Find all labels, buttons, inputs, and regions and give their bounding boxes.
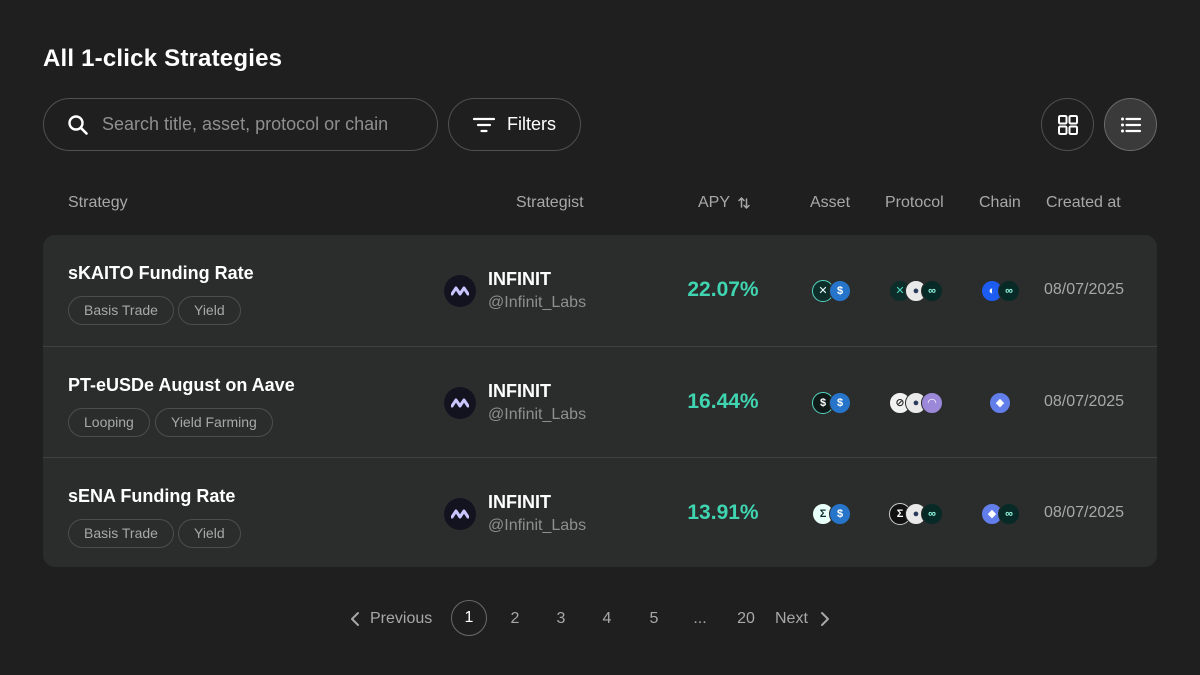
column-header-chain: Chain (979, 194, 1021, 211)
next-button[interactable]: Next (775, 600, 830, 637)
column-header-protocol: Protocol (885, 194, 944, 211)
filters-label: Filters (507, 114, 556, 134)
apy-value: 16.44% (687, 390, 759, 413)
tag: Yield (178, 296, 241, 325)
infinit-logo-icon (444, 387, 476, 419)
search-icon (68, 114, 88, 135)
strategy-name: sKAITO Funding Rate (68, 263, 254, 283)
apy-value: 13.91% (687, 501, 759, 524)
hyperliquid-icon: ∞ (921, 280, 943, 302)
column-header-strategist: Strategist (516, 194, 584, 211)
created-date: 08/07/2025 (1044, 504, 1125, 521)
tag: Looping (68, 408, 150, 437)
filters-button[interactable]: Filters (448, 98, 581, 151)
column-header-created-at: Created at (1046, 194, 1121, 211)
infinit-logo-icon (444, 275, 476, 307)
strategies-table: sKAITO Funding Rate Basis Trade Yield IN… (43, 235, 1157, 567)
grid-view-button[interactable] (1041, 98, 1094, 151)
strategist-name: INFINIT (488, 492, 551, 512)
aave-icon: ◠ (921, 392, 943, 414)
chevron-left-icon (351, 611, 359, 626)
strategist-name: INFINIT (488, 269, 551, 289)
next-label: Next (775, 610, 808, 627)
pagination: Previous 1 2 3 4 5 ... 20 Next (0, 600, 1200, 637)
column-header-asset: Asset (810, 194, 851, 211)
page-2-button[interactable]: 2 (505, 600, 525, 637)
chevron-right-icon (820, 611, 829, 626)
list-icon (1120, 117, 1141, 132)
strategist-handle[interactable]: @Infinit_Labs (488, 406, 586, 424)
apy-value: 22.07% (687, 278, 759, 301)
previous-button[interactable]: Previous (350, 600, 432, 637)
search-bar[interactable] (43, 98, 438, 151)
column-header-strategy: Strategy (68, 194, 128, 211)
tag: Yield Farming (155, 408, 273, 437)
created-date: 08/07/2025 (1044, 281, 1125, 298)
table-row[interactable]: sENA Funding Rate Basis Trade Yield INFI… (43, 457, 1157, 567)
page-ellipsis: ... (693, 610, 707, 627)
strategy-name: PT-eUSDe August on Aave (68, 375, 295, 395)
page-title: All 1-click Strategies (43, 45, 283, 72)
strategy-name: sENA Funding Rate (68, 486, 236, 506)
grid-icon (1057, 114, 1078, 135)
page-3-button[interactable]: 3 (551, 600, 571, 637)
search-input[interactable] (102, 114, 432, 135)
usdc-icon: $ (829, 392, 851, 414)
tag: Yield (178, 519, 241, 548)
list-view-button[interactable] (1104, 98, 1157, 151)
page-4-button[interactable]: 4 (597, 600, 617, 637)
previous-label: Previous (370, 610, 433, 627)
filter-icon (473, 117, 495, 132)
hyperliquid-icon: ∞ (998, 503, 1020, 525)
ethereum-icon: ◆ (989, 392, 1011, 414)
sort-icon (738, 196, 750, 210)
created-date: 08/07/2025 (1044, 393, 1125, 410)
infinit-logo-icon (444, 498, 476, 530)
page-20-button[interactable]: 20 (734, 600, 758, 637)
hyperliquid-icon: ∞ (998, 280, 1020, 302)
table-row[interactable]: sKAITO Funding Rate Basis Trade Yield IN… (43, 235, 1157, 345)
tag: Basis Trade (68, 296, 174, 325)
usdc-icon: $ (829, 503, 851, 525)
usdc-icon: $ (829, 280, 851, 302)
strategist-name: INFINIT (488, 381, 551, 401)
column-header-apy[interactable]: APY (698, 194, 750, 212)
page-1-button[interactable]: 1 (451, 600, 487, 636)
hyperliquid-icon: ∞ (921, 503, 943, 525)
tag: Basis Trade (68, 519, 174, 548)
strategist-handle[interactable]: @Infinit_Labs (488, 294, 586, 312)
apy-header-label: APY (698, 194, 731, 211)
strategist-handle[interactable]: @Infinit_Labs (488, 517, 586, 535)
table-row[interactable]: PT-eUSDe August on Aave Looping Yield Fa… (43, 346, 1157, 456)
page-5-button[interactable]: 5 (644, 600, 664, 637)
